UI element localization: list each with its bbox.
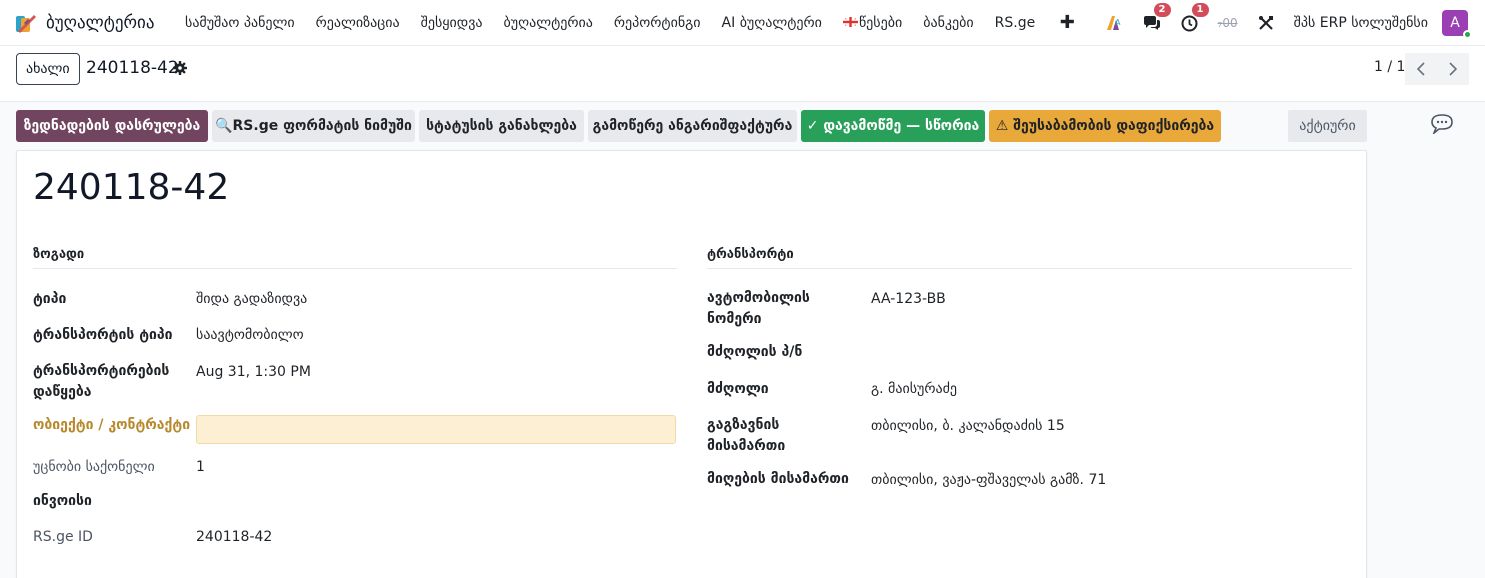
field-value-rsge-id[interactable]: 240118-42	[196, 527, 272, 548]
field-label-car-number-line2: ნომერი	[707, 311, 762, 327]
field-value-to-address[interactable]: თბილისი, ვაჟა-ფშაველას გამზ. 71	[871, 470, 1106, 491]
complete-waybill-button[interactable]: ზედნადების დასრულება	[16, 110, 208, 142]
georgia-flag-icon	[842, 16, 858, 27]
object-contract-input[interactable]	[196, 415, 676, 444]
field-label-type: ტიპი	[33, 291, 67, 307]
new-button[interactable]: ახალი	[16, 53, 80, 85]
top-navbar: ბუღალტერია სამუშაო პანელი რეალიზაცია შეს…	[0, 0, 1485, 46]
ai-logo-icon: A	[1106, 16, 1121, 30]
field-label-object-contract: ობიექტი / კონტრაქტი	[33, 417, 191, 433]
settings-tools-button[interactable]	[1258, 15, 1274, 31]
menu-item-rsge[interactable]: RS.ge	[984, 15, 1046, 31]
add-menu-icon[interactable]: ✚	[1046, 12, 1089, 33]
report-mismatch-button[interactable]: ⚠ შეუსაბამობის დაფიქსირება	[989, 110, 1221, 142]
menu-item-reporting[interactable]: რეპორტინგი	[603, 15, 711, 31]
stage-active[interactable]: აქტიური	[1288, 110, 1367, 142]
gear-icon[interactable]	[173, 61, 187, 75]
field-value-type[interactable]: შიდა გადაზიდვა	[196, 289, 307, 310]
company-switcher[interactable]: შპს ERP სოლუშენსი	[1294, 15, 1428, 31]
chevron-left-icon	[1416, 62, 1425, 76]
chat-bubbles-icon	[1143, 16, 1160, 30]
systray: A 2 1 ₇00 შპს ERP სოლუშენსი A	[1105, 0, 1485, 46]
menu-item-purchase[interactable]: შესყიდვა	[410, 15, 493, 31]
menu-item-rules[interactable]: წესები	[832, 15, 912, 31]
chatter-icon[interactable]	[1430, 112, 1454, 134]
balance-indicator[interactable]: ₇00	[1218, 16, 1238, 30]
online-status-icon	[1463, 30, 1472, 39]
verify-correct-button[interactable]: ✓ დავამოწმე — სწორია	[801, 110, 985, 142]
field-value-driver[interactable]: გ. მაისურაძე	[871, 379, 957, 400]
field-value-transport-start[interactable]: Aug 31, 1:30 PM	[196, 362, 311, 383]
field-label-transport-start-line1: ტრანსპორტირების	[33, 363, 170, 379]
chevron-right-icon	[1449, 62, 1458, 76]
group-title-general: ზოგადი	[33, 247, 677, 269]
rsge-sample-button[interactable]: 🔍RS.ge ფორმატის ნიმუში	[212, 110, 415, 142]
field-label-car-number-line1: ავტომობილის	[707, 290, 810, 306]
field-label-invoice: ინვოისი	[33, 493, 92, 509]
field-label-from-address-line1: გაგზავნის	[707, 417, 780, 433]
field-label-transport-type: ტრანსპორტის ტიპი	[33, 327, 173, 343]
menu-item-dashboard[interactable]: სამუშაო პანელი	[175, 15, 306, 31]
form-statusbar: ზედნადების დასრულება 🔍RS.ge ფორმატის ნიმ…	[0, 102, 1485, 150]
avatar-letter: A	[1450, 15, 1460, 31]
ai-assistant-button[interactable]: A	[1105, 14, 1123, 32]
messages-badge: 2	[1153, 3, 1171, 17]
control-panel: ახალი 240118-42 1 / 1	[0, 46, 1485, 102]
field-value-transport-type[interactable]: საავტომობილო	[196, 325, 304, 346]
ai-logo-letter: A	[1115, 18, 1121, 27]
menu-item-rules-label: წესები	[858, 14, 903, 31]
user-avatar[interactable]: A	[1442, 10, 1472, 39]
refresh-status-button[interactable]: სტატუსის განახლება	[419, 110, 584, 142]
field-label-driver: მძღოლი	[707, 381, 769, 397]
pager-next-button[interactable]	[1437, 53, 1469, 85]
record-name: 240118-42	[33, 167, 230, 208]
field-label-from-address-line2: მისამართი	[707, 438, 786, 454]
breadcrumb-record-title: 240118-42	[86, 58, 179, 78]
activities-badge: 1	[1191, 2, 1209, 17]
field-value-from-address[interactable]: თბილისი, ბ. კალანდაძის 15	[871, 416, 1065, 437]
pager-previous-button[interactable]	[1405, 53, 1437, 85]
menu-item-ai-accountant[interactable]: AI ბუღალტერი	[711, 15, 832, 31]
form-sheet: 240118-42 ზოგადი ტიპი შიდა გადაზიდვა ტრა…	[16, 150, 1367, 578]
app-title[interactable]: ბუღალტერია	[46, 13, 155, 33]
menu-item-accounting[interactable]: ბუღალტერია	[493, 15, 603, 31]
field-label-transport-start-line2: დაწყება	[33, 384, 92, 400]
field-label-rsge-id: RS.ge ID	[33, 529, 93, 545]
tools-icon	[1258, 16, 1273, 30]
clock-icon	[1181, 15, 1198, 31]
activities-button[interactable]: 1	[1181, 2, 1209, 32]
field-value-car-number[interactable]: AA-123-BB	[871, 289, 946, 310]
menu-item-sales[interactable]: რეალიზაცია	[305, 15, 410, 31]
pager-value[interactable]: 1 / 1	[1374, 59, 1405, 75]
group-title-transport: ტრანსპორტი	[707, 247, 1352, 269]
balance-text: ₇00	[1217, 16, 1238, 30]
field-label-driver-id: მძღოლის პ/ნ	[707, 344, 803, 360]
accounting-app-icon[interactable]	[15, 12, 37, 34]
main-menu: სამუშაო პანელი რეალიზაცია შესყიდვა ბუღალ…	[175, 12, 1089, 33]
field-label-to-address: მიღების მისამართი	[707, 471, 849, 487]
field-label-unknown-goods: უცნობი საქონელი	[33, 459, 155, 475]
messages-button[interactable]: 2	[1143, 3, 1171, 31]
menu-item-banks[interactable]: ბანკები	[913, 15, 984, 31]
field-value-unknown-goods[interactable]: 1	[196, 457, 205, 478]
issue-invoice-button[interactable]: გამოწერე ანგარიშფაქტურა	[588, 110, 797, 142]
